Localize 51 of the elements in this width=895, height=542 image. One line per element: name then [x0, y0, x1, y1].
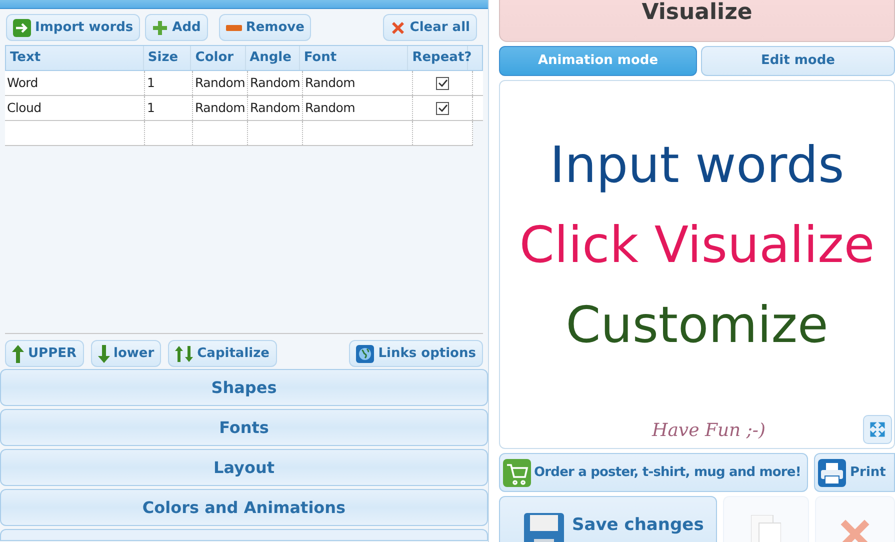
- cloud-word: Customize: [566, 295, 828, 356]
- case-button[interactable]: Capitalize: [168, 340, 276, 367]
- section-header[interactable]: Colors and Animations: [0, 489, 488, 526]
- section-header[interactable]: Layout: [0, 449, 488, 486]
- up-down-arrows-icon: [175, 346, 194, 362]
- column-header[interactable]: Color: [191, 46, 246, 70]
- plus-icon: [152, 20, 168, 36]
- minus-icon: [226, 24, 242, 30]
- table-cell: Random: [193, 96, 248, 120]
- toolbar-button[interactable]: Import words: [6, 14, 140, 41]
- table-cell: Random: [303, 71, 413, 95]
- close-icon: [390, 20, 406, 36]
- table-cell: Word: [5, 71, 145, 95]
- column-header[interactable]: Size: [144, 46, 192, 70]
- table-cell: Cloud: [5, 96, 145, 120]
- table-cell: Random: [303, 96, 413, 120]
- mode-tab[interactable]: Animation mode: [499, 46, 697, 76]
- up-arrow-icon: [12, 344, 24, 362]
- section-header[interactable]: Shapes: [0, 369, 488, 406]
- toolbar-button[interactable]: Clear all: [382, 14, 477, 41]
- fullscreen-button[interactable]: [863, 415, 892, 444]
- table-cell: Random: [248, 96, 303, 120]
- table-cell: Random: [193, 71, 248, 95]
- print-button[interactable]: Print: [814, 453, 895, 492]
- save-button[interactable]: Save changes: [499, 496, 717, 542]
- cart-icon: [503, 458, 531, 486]
- cloud-word: Input words: [550, 135, 844, 196]
- repeat-checkbox[interactable]: [436, 102, 449, 114]
- column-header[interactable]: Angle: [246, 46, 300, 70]
- expand-icon: [870, 422, 885, 437]
- column-header[interactable]: Font: [300, 46, 408, 70]
- mode-tab[interactable]: Edit mode: [701, 46, 895, 76]
- column-header[interactable]: Repeat?: [408, 46, 468, 70]
- visualize-button[interactable]: Visualize: [499, 0, 895, 42]
- case-button[interactable]: UPPER: [5, 340, 84, 367]
- column-header[interactable]: Text: [6, 46, 144, 70]
- toolbar-button[interactable]: Add: [145, 14, 208, 41]
- table-cell: 1: [145, 96, 193, 120]
- canvas-note: Have Fun ;-): [652, 419, 766, 443]
- case-button[interactable]: lower: [90, 340, 162, 367]
- down-arrow-icon: [98, 344, 110, 362]
- printer-icon: [818, 458, 846, 486]
- globe-icon: [356, 344, 374, 362]
- section-header[interactable]: Fonts: [0, 409, 488, 446]
- table-cell: 1: [145, 71, 193, 95]
- cloud-word: Click Visualize: [519, 215, 875, 276]
- table-cell: Random: [248, 71, 303, 95]
- order-button[interactable]: Order a poster, t-shirt, mug and more!: [499, 453, 808, 492]
- case-button[interactable]: Links options: [349, 340, 483, 367]
- toolbar-button[interactable]: Remove: [218, 14, 312, 41]
- repeat-checkbox[interactable]: [436, 76, 449, 90]
